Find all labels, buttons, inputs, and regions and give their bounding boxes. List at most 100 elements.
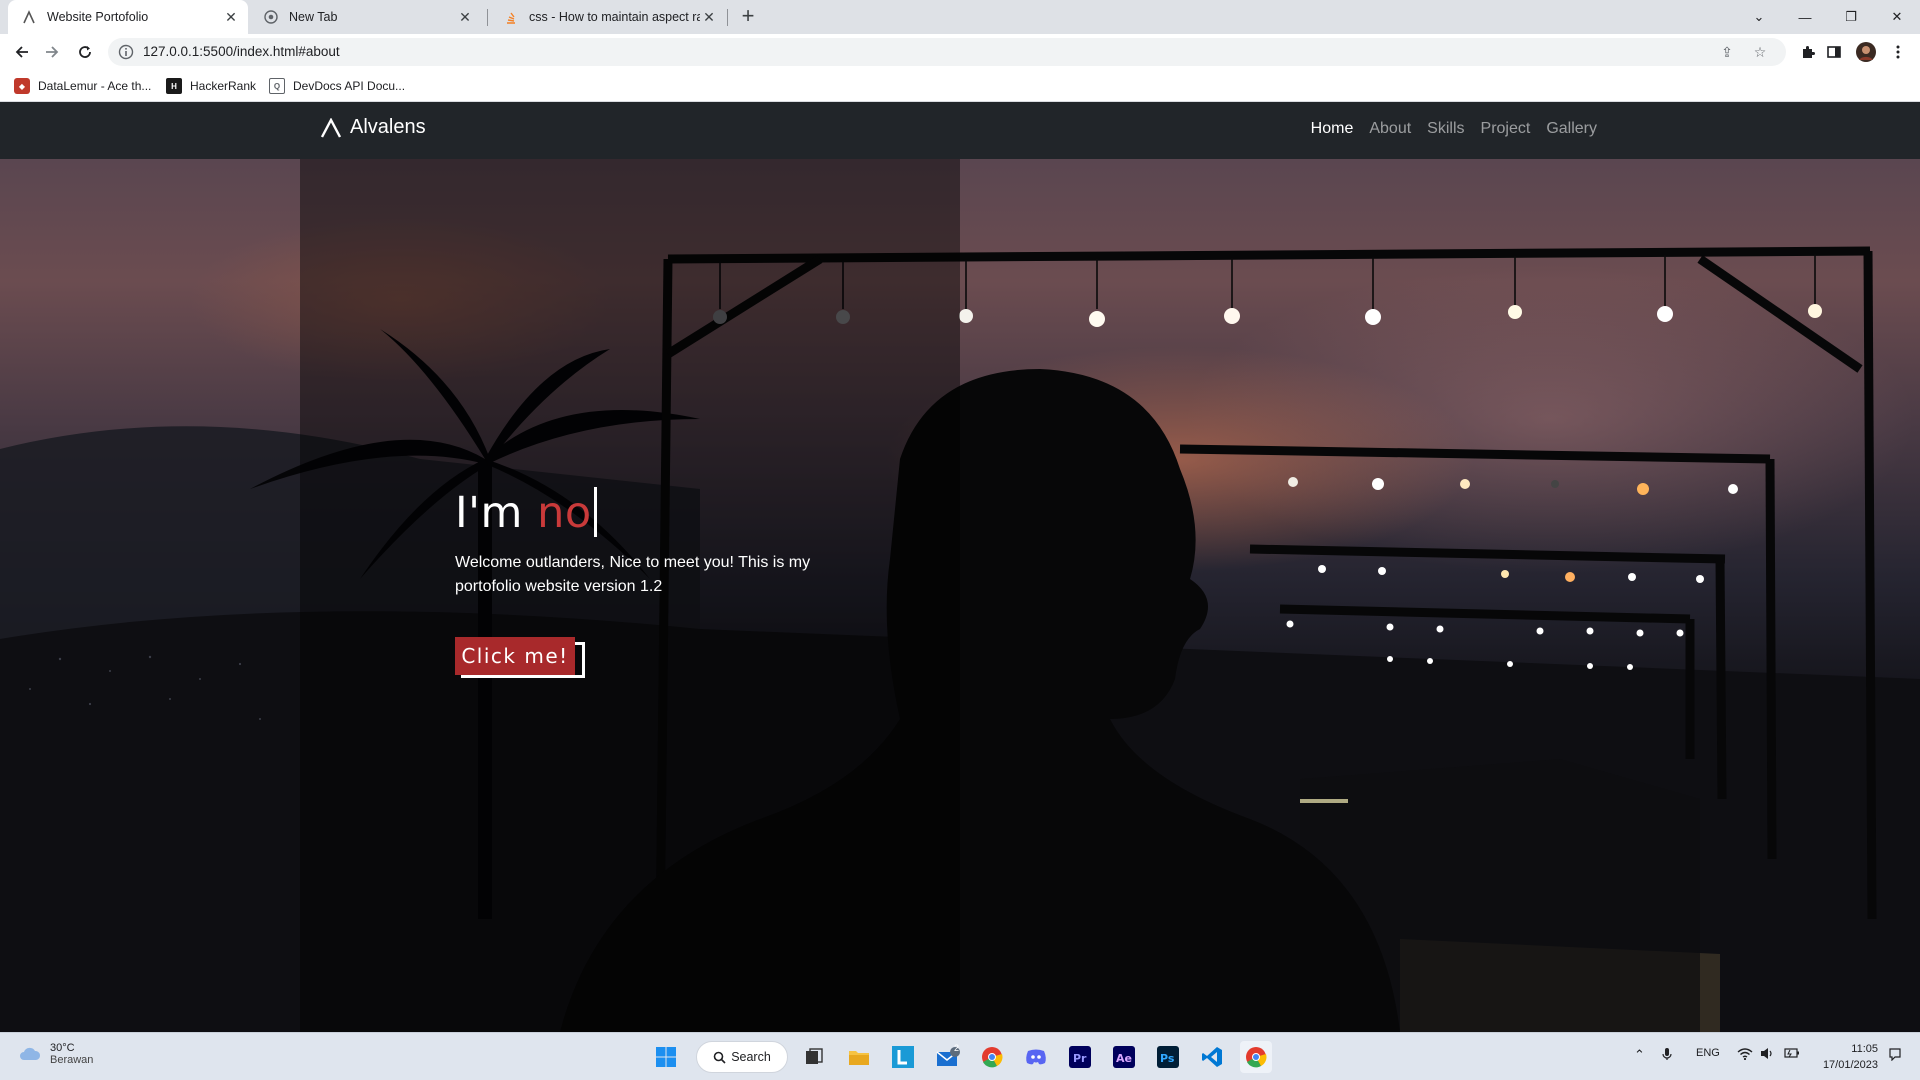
side-panel-button[interactable] xyxy=(1820,38,1848,66)
start-button[interactable] xyxy=(650,1041,682,1073)
back-arrow-icon xyxy=(15,46,28,58)
svg-text:Ae: Ae xyxy=(1116,1052,1132,1065)
bookmarks-bar: ◆ DataLemur - Ace th... H HackerRank Q D… xyxy=(0,70,1920,102)
mail-badge: 2 xyxy=(954,1043,960,1053)
bookmark-devdocs[interactable]: Q DevDocs API Docu... xyxy=(269,77,405,95)
forward-arrow-icon xyxy=(46,46,59,58)
click-me-button[interactable]: Click me! xyxy=(455,637,575,675)
tab-website-portofolio[interactable]: Website Portofolio ✕ xyxy=(8,0,248,34)
weather-desc: Berawan xyxy=(50,1054,94,1066)
bookmark-label: DataLemur - Ace th... xyxy=(38,79,152,93)
alvalens-logo-icon xyxy=(320,117,342,138)
share-icon[interactable]: ⇪ xyxy=(1719,44,1735,60)
hero-title: I'm no xyxy=(455,487,597,538)
clock-date: 17/01/2023 xyxy=(1822,1059,1878,1071)
address-bar[interactable]: 127.0.0.1:5500/index.html#about ⇪ ☆ xyxy=(108,38,1786,66)
svg-text:Ps: Ps xyxy=(1160,1052,1175,1065)
menu-button[interactable] xyxy=(1884,38,1912,66)
tab-divider xyxy=(487,9,488,26)
datalemur-icon: ◆ xyxy=(14,78,30,94)
tab-title: css - How to maintain aspect rati xyxy=(529,10,700,24)
kebab-menu-icon xyxy=(1896,45,1900,59)
site-navbar: Alvalens Home About Skills Project Galle… xyxy=(0,102,1920,159)
close-window-button[interactable]: ✕ xyxy=(1874,0,1920,34)
avatar-icon xyxy=(1856,42,1876,62)
webpage-viewport: Alvalens Home About Skills Project Galle… xyxy=(0,102,1920,1032)
hero-typed-text: no xyxy=(537,488,592,538)
browser-toolbar: 127.0.0.1:5500/index.html#about ⇪ ☆ xyxy=(0,34,1920,70)
url-text[interactable]: 127.0.0.1:5500/index.html#about xyxy=(143,44,340,59)
file-explorer-icon[interactable] xyxy=(843,1041,875,1073)
tab-search-icon[interactable]: ⌄ xyxy=(1736,0,1782,34)
after-effects-icon[interactable]: Ae xyxy=(1108,1041,1140,1073)
close-tab-icon[interactable]: ✕ xyxy=(456,8,474,26)
typing-cursor xyxy=(593,487,597,537)
nav-skills[interactable]: Skills xyxy=(1427,120,1464,138)
microphone-icon[interactable] xyxy=(1662,1047,1672,1064)
premiere-pro-icon[interactable]: Pr xyxy=(1064,1041,1096,1073)
profile-avatar[interactable] xyxy=(1852,38,1880,66)
windows-logo-icon xyxy=(656,1047,676,1067)
restore-button[interactable]: ❐ xyxy=(1828,0,1874,34)
stackoverflow-icon xyxy=(503,9,519,25)
nav-gallery[interactable]: Gallery xyxy=(1546,120,1597,138)
app-l-icon[interactable] xyxy=(887,1041,919,1073)
bookmark-label: HackerRank xyxy=(190,79,257,93)
bookmark-hackerrank[interactable]: H HackerRank xyxy=(166,77,256,95)
site-info-icon[interactable] xyxy=(118,44,134,60)
svg-text:Pr: Pr xyxy=(1073,1052,1087,1065)
language-indicator[interactable]: ENG xyxy=(1696,1047,1720,1059)
cloud-icon xyxy=(20,1047,41,1060)
reload-button[interactable] xyxy=(71,38,99,66)
windows-taskbar: 30°C Berawan Search 2 Pr Ae Ps ⌃ ENG 11:… xyxy=(0,1032,1920,1080)
nav-links: Home About Skills Project Gallery xyxy=(1295,120,1597,138)
tab-strip: Website Portofolio ✕ New Tab ✕ css - How… xyxy=(0,0,1920,34)
alvalens-favicon-icon xyxy=(21,9,37,25)
tab-divider xyxy=(727,9,728,26)
photoshop-icon[interactable]: Ps xyxy=(1152,1041,1184,1073)
hero-title-prefix: I'm xyxy=(455,488,538,538)
close-tab-icon[interactable]: ✕ xyxy=(700,8,718,26)
system-clock[interactable]: 11:05 17/01/2023 xyxy=(1823,1041,1878,1073)
weather-temp: 30°C xyxy=(50,1042,75,1054)
nav-about[interactable]: About xyxy=(1369,120,1411,138)
mail-icon[interactable]: 2 xyxy=(932,1041,964,1073)
nav-home[interactable]: Home xyxy=(1311,120,1354,138)
bookmark-star-icon[interactable]: ☆ xyxy=(1752,44,1768,60)
chrome-icon xyxy=(263,9,279,25)
hero-button-wrapper: Click me! xyxy=(455,637,585,678)
battery-icon[interactable] xyxy=(1784,1047,1800,1062)
reload-icon xyxy=(79,46,91,58)
hero-section: I'm no Welcome outlanders, Nice to meet … xyxy=(0,159,1920,1032)
back-button[interactable] xyxy=(8,38,36,66)
volume-icon[interactable] xyxy=(1760,1047,1774,1063)
show-hidden-icons-icon[interactable]: ⌃ xyxy=(1634,1047,1645,1063)
nav-project[interactable]: Project xyxy=(1481,120,1531,138)
minimize-button[interactable]: — xyxy=(1782,0,1828,34)
hero-background-photo xyxy=(0,246,1920,1032)
extensions-button[interactable] xyxy=(1794,38,1822,66)
devdocs-icon: Q xyxy=(269,78,285,94)
weather-widget[interactable]: 30°C Berawan xyxy=(18,1042,93,1066)
vscode-icon[interactable] xyxy=(1196,1041,1228,1073)
notifications-icon[interactable] xyxy=(1888,1047,1902,1064)
brand-link[interactable]: Alvalens xyxy=(320,116,426,139)
clock-time: 11:05 xyxy=(1851,1043,1878,1055)
side-panel-icon xyxy=(1827,46,1841,58)
wifi-icon[interactable] xyxy=(1737,1047,1753,1063)
tab-stackoverflow[interactable]: css - How to maintain aspect rati ✕ xyxy=(490,0,726,34)
search-label: Search xyxy=(731,1050,771,1064)
tab-title: Website Portofolio xyxy=(47,10,149,24)
forward-button[interactable] xyxy=(38,38,66,66)
task-view-icon[interactable] xyxy=(798,1041,830,1073)
bookmark-datalemur[interactable]: ◆ DataLemur - Ace th... xyxy=(14,77,151,95)
chrome-profile-icon[interactable] xyxy=(976,1041,1008,1073)
tab-new-tab[interactable]: New Tab ✕ xyxy=(250,0,482,34)
discord-icon[interactable] xyxy=(1020,1041,1052,1073)
taskbar-search[interactable]: Search xyxy=(696,1041,788,1073)
brand-name: Alvalens xyxy=(350,116,426,138)
chrome-active-icon[interactable] xyxy=(1240,1041,1272,1073)
new-tab-button[interactable]: + xyxy=(736,5,760,28)
close-tab-icon[interactable]: ✕ xyxy=(222,8,240,26)
hero-description: Welcome outlanders, Nice to meet you! Th… xyxy=(455,554,811,595)
